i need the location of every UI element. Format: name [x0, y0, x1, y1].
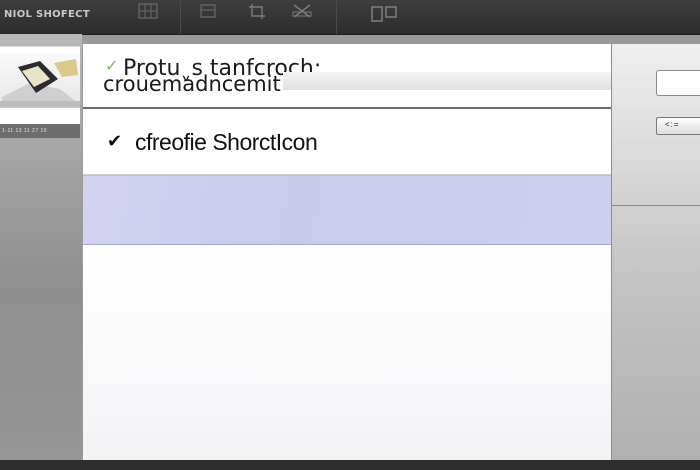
top-toolbar: NIOL SHOFECT [0, 0, 700, 35]
crop-icon [247, 2, 269, 20]
thumbnail-card[interactable] [0, 46, 80, 133]
tools-icon [291, 2, 313, 20]
list-item[interactable]: ✔ cfreofie ShorctIcon [83, 109, 611, 175]
right-panel [612, 44, 700, 462]
list-item-selected[interactable] [83, 175, 611, 245]
header-field [283, 72, 611, 90]
tools-button[interactable] [288, 2, 316, 28]
grid-icon [137, 2, 159, 20]
thumbnail-caption: 1-11 13 11 27 10 [0, 124, 80, 138]
checkmark-icon: ✔ [107, 131, 123, 151]
crop-tool-button[interactable] [244, 2, 272, 28]
app-title: NIOL SHOFECT [4, 9, 90, 20]
list-item-label: cfreofie ShorctIcon [135, 129, 318, 155]
item-list: ✔ cfreofie ShorctIcon [83, 109, 611, 245]
right-panel-button[interactable]: <:= [656, 117, 700, 135]
right-text-field[interactable] [656, 70, 700, 96]
window-panels-icon [369, 2, 399, 24]
grid-tool-button[interactable] [134, 2, 162, 28]
frame-tool-button[interactable] [194, 2, 222, 28]
left-sidebar: 1-11 13 11 27 10 [0, 34, 82, 462]
header-subtitle: crouemadncemit [103, 72, 281, 96]
list-empty-area [83, 245, 611, 462]
right-panel-divider [612, 205, 700, 206]
toolbar-separator [336, 0, 337, 34]
toolbar-separator [180, 0, 181, 34]
bottom-bar [0, 460, 700, 470]
thumbnail-image [0, 53, 80, 108]
dialog-header: ✓ Protuˬs tanfcroch; crouemadncemit [83, 44, 611, 108]
window-panels-button[interactable] [370, 2, 398, 28]
list-dialog: ✓ Protuˬs tanfcroch; crouemadncemit ✔ cf… [82, 44, 612, 462]
frame-icon [197, 2, 219, 20]
